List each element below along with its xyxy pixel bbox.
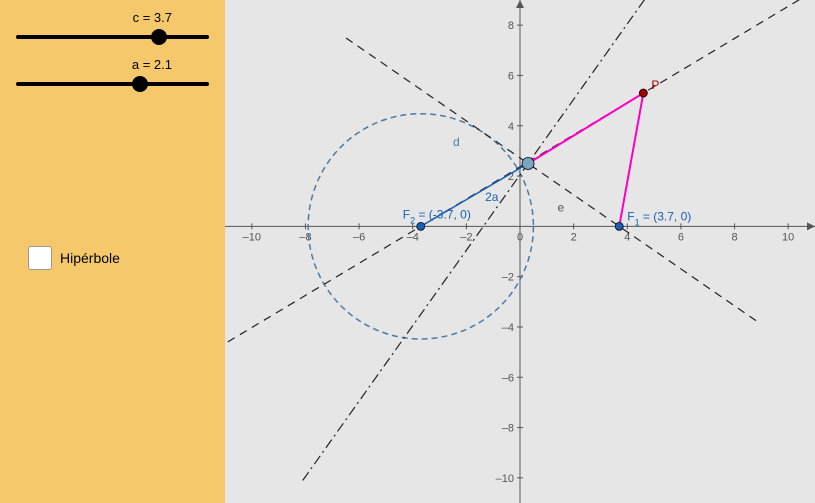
x-tick-label: 4 <box>624 231 630 243</box>
slider-a-track[interactable] <box>16 82 209 86</box>
label-p: P <box>651 78 659 92</box>
x-tick-label: 10 <box>782 231 794 243</box>
segment-p-f1 <box>619 93 643 226</box>
plot-svg[interactable]: –10–8–6–4–20246810–10–8–6–4–22468d2aeF2 … <box>225 0 815 503</box>
x-tick-label: 6 <box>678 231 684 243</box>
x-tick-label: 8 <box>731 231 737 243</box>
label-2a: 2a <box>485 190 499 204</box>
line-f1-m <box>346 38 756 321</box>
point-f2[interactable] <box>417 222 425 230</box>
point-f1[interactable] <box>615 222 623 230</box>
perp-bisector <box>303 0 754 480</box>
checkbox-hiperbole-row: Hipérbole <box>8 246 217 270</box>
point-p[interactable] <box>639 89 647 97</box>
y-tick-label: –8 <box>502 423 514 435</box>
x-tick-label: 0 <box>517 231 523 243</box>
checkbox-hiperbole-label: Hipérbole <box>60 250 120 266</box>
point-m[interactable] <box>522 157 534 169</box>
segment-m-p <box>528 93 643 163</box>
y-tick-label: –6 <box>502 372 514 384</box>
x-tick-label: –8 <box>299 231 311 243</box>
checkbox-hiperbole[interactable] <box>28 246 52 270</box>
slider-c: c = 3.7 <box>8 10 217 39</box>
slider-c-track[interactable] <box>16 35 209 39</box>
slider-a-label: a = 2.1 <box>8 57 217 72</box>
label-f1: F1 = (3.7, 0) <box>627 209 691 227</box>
plot-area[interactable]: –10–8–6–4–20246810–10–8–6–4–22468d2aeF2 … <box>225 0 815 503</box>
y-tick-label: 8 <box>508 20 514 32</box>
x-tick-label: –2 <box>460 231 472 243</box>
slider-a: a = 2.1 <box>8 57 217 86</box>
y-axis-arrow <box>516 0 524 8</box>
sidebar: c = 3.7 a = 2.1 Hipérbole <box>0 0 225 503</box>
slider-c-label: c = 3.7 <box>8 10 217 25</box>
slider-c-thumb[interactable] <box>151 29 167 45</box>
y-tick-label: –2 <box>502 272 514 284</box>
circle-label: d <box>453 135 460 149</box>
label-e: e <box>558 200 565 214</box>
x-tick-label: –10 <box>243 231 261 243</box>
x-tick-label: –6 <box>353 231 365 243</box>
x-tick-label: 2 <box>571 231 577 243</box>
y-tick-label: –10 <box>496 473 514 485</box>
y-tick-label: 4 <box>508 121 514 133</box>
y-tick-label: –4 <box>502 322 514 334</box>
label-f2: F2 = (-3.7, 0) <box>403 207 471 225</box>
slider-a-thumb[interactable] <box>132 76 148 92</box>
x-axis-arrow <box>807 222 815 230</box>
y-tick-label: 6 <box>508 70 514 82</box>
